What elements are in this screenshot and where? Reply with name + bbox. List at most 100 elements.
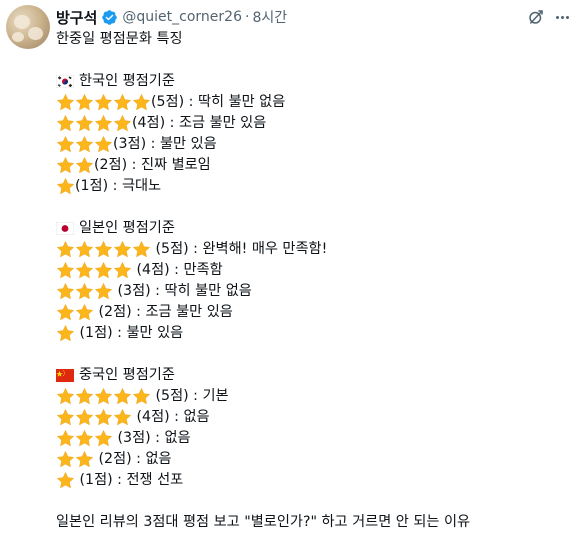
star-rating: [56, 156, 94, 175]
star-icon: [56, 114, 75, 133]
star-icon: [113, 114, 132, 133]
post-title: 한중일 평점문화 특징: [56, 31, 183, 47]
avatar-shape: [28, 27, 43, 40]
star-icon: [56, 303, 75, 322]
star-icon: [56, 240, 75, 259]
rating-description: (3점) : 딱히 불만 없음: [113, 283, 252, 299]
rating-description: (2점) : 없음: [94, 451, 172, 467]
star-icon: [75, 282, 94, 301]
star-icon: [56, 450, 75, 469]
rating-row: (4점) : 없음: [56, 407, 572, 428]
star-rating: [56, 93, 151, 112]
star-rating: [56, 387, 151, 406]
star-rating: [56, 303, 94, 322]
rating-row: (5점) : 딱히 불만 없음: [56, 92, 572, 113]
rating-row: (2점) : 진짜 별로임: [56, 155, 572, 176]
rating-description: (2점) : 조금 불만 있음: [94, 304, 233, 320]
rating-sections: 한국인 평점기준 (5점) : 딱히 불만 없음 (4점) : 조금 불만 있음 (3…: [56, 71, 572, 512]
rating-row: (3점) : 없음: [56, 428, 572, 449]
rating-description: (4점) : 조금 불만 있음: [132, 115, 267, 131]
author-handle[interactable]: @quiet_corner26: [122, 9, 242, 25]
post-closing: 일본인 리뷰의 3점대 평점 보고 "별로인가?" 하고 거르면 안 되는 이유: [56, 514, 471, 530]
star-icon: [75, 429, 94, 448]
star-icon: [56, 324, 75, 343]
rating-description: (1점) : 극대노: [75, 178, 162, 194]
rating-description: (4점) : 없음: [132, 409, 210, 425]
rating-description: (5점) : 딱히 불만 없음: [151, 94, 286, 110]
japan-flag-icon: [56, 222, 79, 235]
star-icon: [56, 387, 75, 406]
rating-row: (4점) : 조금 불만 있음: [56, 113, 572, 134]
separator-dot: ·: [245, 9, 250, 25]
star-icon: [94, 240, 113, 259]
rating-row: (1점) : 극대노: [56, 176, 572, 197]
star-icon: [113, 240, 132, 259]
grok-icon[interactable]: [527, 8, 545, 26]
star-icon: [75, 156, 94, 175]
korea-flag-icon: [56, 75, 79, 88]
tweet: 방구석 @quiet_corner26 · 8시간 한중일 평점문화 특징 한국…: [0, 0, 580, 530]
rating-row: (4점) : 만족함: [56, 260, 572, 281]
star-icon: [56, 261, 75, 280]
star-icon: [132, 93, 151, 112]
star-icon: [75, 93, 94, 112]
star-rating: [56, 324, 75, 343]
star-icon: [56, 429, 75, 448]
star-icon: [56, 471, 75, 490]
star-icon: [75, 387, 94, 406]
star-rating: [56, 282, 113, 301]
rating-row: (1점) : 전쟁 선포: [56, 470, 572, 491]
star-icon: [94, 429, 113, 448]
star-icon: [75, 135, 94, 154]
star-rating: [56, 261, 132, 280]
rating-description: (1점) : 불만 있음: [75, 325, 184, 341]
section-heading-text: 한국인 평점기준: [79, 73, 175, 89]
avatar-shape: [12, 32, 24, 42]
star-icon: [94, 114, 113, 133]
star-icon: [132, 240, 151, 259]
star-rating: [56, 114, 132, 133]
rating-description: (2점) : 진짜 별로임: [94, 157, 211, 173]
section-heading-text: 일본인 평점기준: [79, 220, 175, 236]
rating-description: (4점) : 만족함: [132, 262, 223, 278]
star-rating: [56, 177, 75, 196]
star-icon: [56, 156, 75, 175]
rating-description: (5점) : 완벽해! 매우 만족함!: [151, 241, 328, 257]
star-rating: [56, 450, 94, 469]
star-icon: [56, 93, 75, 112]
china-flag-icon: [56, 369, 79, 382]
star-icon: [75, 240, 94, 259]
star-icon: [56, 177, 75, 196]
star-rating: [56, 429, 113, 448]
section-heading: 일본인 평점기준: [56, 218, 572, 239]
star-icon: [75, 408, 94, 427]
post-time[interactable]: 8시간: [252, 7, 287, 27]
rating-description: (3점) : 불만 있음: [113, 136, 217, 152]
star-icon: [94, 282, 113, 301]
avatar[interactable]: [6, 5, 50, 49]
rating-row: (5점) : 기본: [56, 386, 572, 407]
star-icon: [113, 387, 132, 406]
star-icon: [132, 387, 151, 406]
avatar-shape: [14, 15, 30, 29]
star-rating: [56, 408, 132, 427]
tweet-text: 한중일 평점문화 특징 한국인 평점기준 (5점) : 딱히 불만 없음 (4점) …: [56, 29, 572, 533]
star-icon: [56, 282, 75, 301]
star-icon: [75, 303, 94, 322]
rating-row: (5점) : 완벽해! 매우 만족함!: [56, 239, 572, 260]
star-icon: [113, 93, 132, 112]
rating-row: (1점) : 불만 있음: [56, 323, 572, 344]
star-icon: [94, 93, 113, 112]
tweet-header: 방구석 @quiet_corner26 · 8시간: [56, 7, 287, 27]
star-rating: [56, 240, 151, 259]
star-icon: [75, 450, 94, 469]
star-icon: [56, 135, 75, 154]
author-name[interactable]: 방구석: [56, 7, 97, 28]
rating-description: (3점) : 없음: [113, 430, 191, 446]
star-icon: [75, 114, 94, 133]
star-icon: [94, 387, 113, 406]
star-icon: [75, 261, 94, 280]
star-icon: [94, 261, 113, 280]
more-options-icon[interactable]: [549, 6, 575, 28]
rating-description: (1점) : 전쟁 선포: [75, 472, 184, 488]
